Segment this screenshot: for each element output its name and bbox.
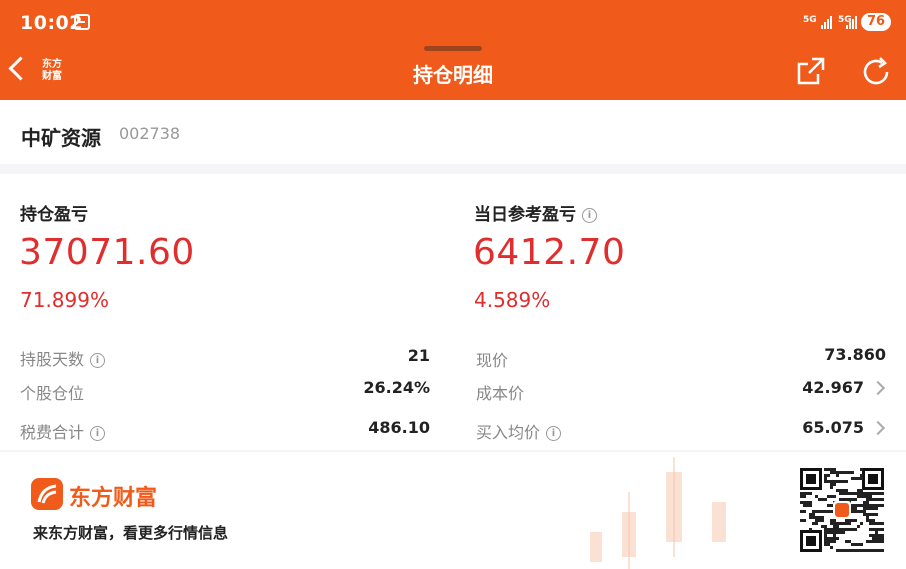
position-ratio-value: 26.24%	[363, 378, 430, 397]
daily-pnl-percent: 4.589%	[474, 288, 551, 312]
refresh-button[interactable]	[860, 56, 892, 88]
current-price-label: 现价	[476, 351, 509, 370]
brand-logo-icon	[31, 478, 63, 510]
page-title: 持仓明细	[413, 63, 493, 87]
refresh-icon	[863, 57, 889, 85]
holding-days-text: 持股天数	[20, 350, 85, 369]
tax-fee-label: 税费合计 i	[20, 419, 106, 443]
info-icon[interactable]: i	[546, 426, 562, 441]
info-icon[interactable]: i	[90, 426, 106, 441]
avg-buy-price-value: 65.075	[802, 418, 864, 437]
candle-decoration	[673, 457, 675, 557]
status-bar: 10:02 5G 5G 76	[0, 0, 906, 44]
share-button[interactable]	[796, 56, 826, 86]
chevron-right-icon	[870, 420, 886, 436]
chevron-right-icon	[870, 380, 886, 396]
tax-fee-value: 486.10	[368, 418, 430, 437]
daily-pnl-label: 当日参考盈亏	[474, 205, 576, 225]
avg-buy-price-label: 买入均价 i	[476, 419, 562, 443]
screen-scan-icon	[74, 14, 90, 30]
signal-bars-icon	[821, 15, 832, 29]
drag-handle[interactable]	[424, 46, 482, 51]
candle-decoration	[590, 532, 602, 562]
footer-slogan: 来东方财富，看更多行情信息	[33, 524, 229, 542]
candle-decoration	[628, 492, 630, 569]
cost-price-label: 成本价	[476, 384, 525, 403]
signal-label-1: 5G	[803, 15, 817, 25]
qr-code	[800, 468, 884, 552]
stock-header: 中矿资源 002738	[0, 100, 906, 164]
stock-name: 中矿资源	[21, 126, 101, 150]
pnl-card: 持仓盈亏 37071.60 71.899% 当日参考盈亏 i 6412.70 4.…	[0, 174, 906, 450]
brand-name: 东方财富	[69, 486, 158, 511]
tax-fee-text: 税费合计	[20, 423, 85, 442]
holding-days-value: 21	[407, 346, 430, 365]
holding-pnl-value: 37071.60	[19, 232, 195, 273]
info-icon[interactable]: i	[582, 208, 597, 223]
battery-icon: 76	[861, 13, 891, 31]
daily-pnl-value: 6412.70	[473, 232, 626, 273]
position-ratio-label: 个股仓位	[20, 384, 85, 403]
nav-bar: 东方 财富 持仓明细	[0, 44, 906, 100]
stock-code: 002738	[119, 124, 181, 143]
info-icon[interactable]: i	[90, 353, 106, 368]
footer-promo: 东方财富 来东方财富，看更多行情信息	[0, 452, 906, 569]
cost-price-value: 42.967	[802, 378, 864, 397]
daily-pnl-header: 当日参考盈亏 i	[474, 200, 597, 225]
share-icon	[797, 57, 825, 85]
avg-buy-price-text: 买入均价	[476, 423, 541, 442]
current-price-value: 73.860	[824, 345, 886, 364]
holding-pnl-label: 持仓盈亏	[20, 205, 88, 225]
holding-pnl-percent: 71.899%	[20, 288, 109, 312]
candle-decoration	[712, 502, 726, 542]
signal-bars-icon	[846, 15, 857, 29]
holding-days-label: 持股天数 i	[20, 346, 106, 370]
